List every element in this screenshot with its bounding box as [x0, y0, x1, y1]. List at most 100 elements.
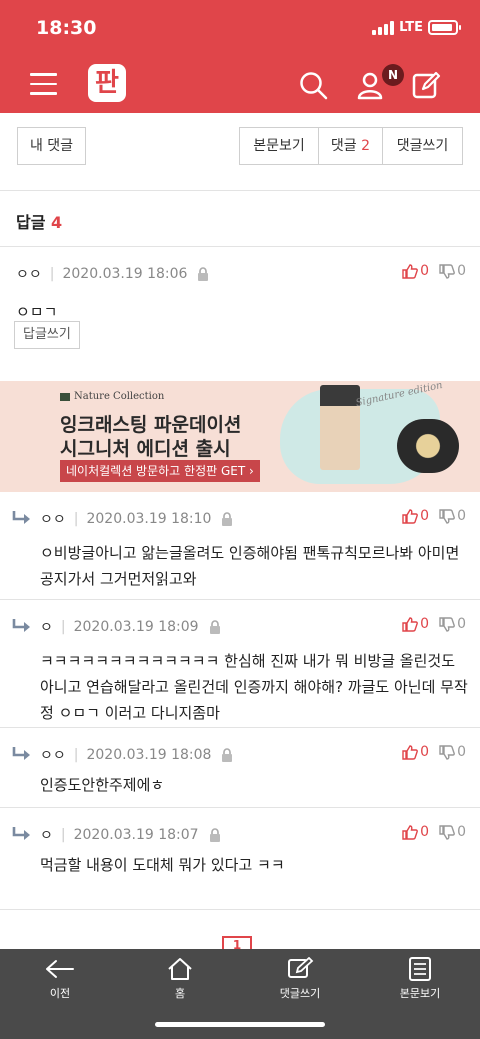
back-arrow-icon	[46, 960, 74, 978]
downvote-count: 0	[457, 824, 466, 840]
comment-body: ㅋㅋㅋㅋㅋㅋㅋㅋㅋㅋㅋㅋㅋ 한심해 진짜 내가 뭐 비방글 올린것도 아니고 연…	[40, 652, 468, 722]
write-comment-button[interactable]: 댓글쓰기	[383, 127, 463, 165]
signal-icon	[372, 20, 395, 35]
comment-author: ㅇㅇ	[40, 512, 66, 528]
downvote-button[interactable]: 0	[439, 263, 466, 279]
thumbs-down-icon	[439, 508, 455, 524]
tab-write-label: 댓글쓰기	[279, 987, 321, 1000]
comment-votes: 00	[402, 744, 466, 760]
comment-author: ㅇㅇ	[16, 267, 42, 283]
upvote-count: 0	[420, 263, 430, 279]
replies-title-label: 답글	[16, 213, 46, 232]
tab-home[interactable]: 홈	[120, 957, 240, 1007]
comment-votes: 00	[402, 508, 466, 524]
thumbs-down-icon	[439, 744, 455, 760]
downvote-button[interactable]: 0	[439, 824, 466, 840]
meta-divider: |	[73, 747, 79, 763]
reply-comment: ㅇ | 2020.03.19 18:09 0 0 ㅋㅋㅋㅋㅋㅋㅋㅋㅋㅋㅋㅋㅋ 한심해 진짜…	[0, 600, 480, 728]
meta-divider: |	[49, 266, 55, 282]
reply-comment: ㅇ | 2020.03.19 18:07 0 0 먹금할 내용이 도대체 뭐가 있다고 ㅋ…	[0, 808, 480, 910]
bottom-tab-bar: 이전 홈 댓글쓰기 본문보기	[0, 949, 480, 1039]
comment-votes: 0 0	[402, 263, 466, 279]
status-bar: 18:30 LTE	[0, 0, 480, 58]
downvote-button[interactable]: 0	[439, 744, 466, 760]
app-header: 18:30 LTE 판 N	[0, 0, 480, 113]
downvote-button[interactable]: 0	[439, 508, 466, 524]
comment-date: 2020.03.19 18:06	[62, 266, 188, 282]
comment-date: 2020.03.19 18:10	[86, 511, 212, 527]
reply-comment: ㅇㅇ | 2020.03.19 18:08 0 0 인증도안한주제에ㅎ	[0, 728, 480, 808]
write-comment-icon	[288, 957, 314, 978]
my-comments-button[interactable]: 내 댓글	[17, 127, 86, 165]
lock-icon	[222, 512, 233, 526]
upvote-button[interactable]: 0	[402, 263, 429, 279]
tab-view-post[interactable]: 본문보기	[360, 957, 480, 1007]
tab-write-comment[interactable]: 댓글쓰기	[240, 957, 360, 1007]
reply-arrow-icon	[12, 747, 30, 760]
document-icon	[409, 957, 431, 981]
downvote-count: 0	[457, 616, 466, 632]
comment-meta: ㅇㅇ | 2020.03.19 18:08	[40, 746, 234, 764]
comment-meta: ㅇ | 2020.03.19 18:07	[40, 826, 222, 844]
tab-prev[interactable]: 이전	[0, 957, 120, 1007]
upvote-count: 0	[420, 824, 430, 840]
status-right: LTE	[372, 20, 461, 35]
search-icon[interactable]	[298, 70, 328, 100]
comment-toolbar: 내 댓글 본문보기 댓글 2 댓글쓰기	[0, 113, 480, 191]
menu-icon[interactable]	[30, 73, 57, 95]
status-time: 18:30	[36, 17, 97, 39]
comments-button[interactable]: 댓글 2	[319, 127, 383, 165]
home-indicator	[155, 1022, 325, 1027]
logo[interactable]: 판	[88, 64, 126, 102]
reply-arrow-icon	[12, 511, 30, 524]
comment-votes: 00	[402, 824, 466, 840]
replies-title: 답글 4	[16, 209, 62, 233]
battery-icon	[428, 20, 461, 35]
home-icon	[168, 958, 192, 980]
view-post-button[interactable]: 본문보기	[239, 127, 319, 165]
upvote-button[interactable]: 0	[402, 824, 429, 840]
ad-headline-1: 잉크래스팅 파운데이션	[60, 414, 242, 436]
tab-prev-label: 이전	[49, 987, 71, 1000]
upvote-count: 0	[420, 616, 430, 632]
user-icon[interactable]	[355, 70, 385, 100]
downvote-count: 0	[457, 508, 466, 524]
comment-meta: ㅇ | 2020.03.19 18:09	[40, 618, 222, 636]
downvote-button[interactable]: 0	[439, 616, 466, 632]
comment-body: 먹금할 내용이 도대체 뭐가 있다고 ㅋㅋ	[40, 856, 285, 874]
ad-brand-label: Nature Collection	[74, 391, 165, 402]
comment-body: 인증도안한주제에ㅎ	[40, 776, 165, 794]
upvote-count: 0	[420, 508, 430, 524]
reply-arrow-icon	[12, 619, 30, 632]
comment-meta: ㅇㅇ | 2020.03.19 18:06	[16, 265, 210, 283]
main-comment: ㅇㅇ | 2020.03.19 18:06 0 0 ㅇㅁㄱ 답글쓰기	[0, 247, 480, 381]
comments-count: 2	[361, 138, 371, 154]
upvote-count: 0	[420, 744, 430, 760]
ad-banner[interactable]: Nature Collection 잉크래스팅 파운데이션 시그니처 에디션 출…	[0, 381, 480, 492]
comment-votes: 00	[402, 616, 466, 632]
notification-badge: N	[382, 64, 404, 86]
downvote-count: 0	[457, 744, 466, 760]
comment-date: 2020.03.19 18:07	[73, 827, 199, 843]
tab-view-post-label: 본문보기	[399, 987, 441, 1000]
comment-author: ㅇ	[40, 620, 53, 636]
thumbs-up-icon	[402, 508, 419, 524]
network-label: LTE	[399, 20, 423, 35]
upvote-button[interactable]: 0	[402, 508, 429, 524]
write-icon[interactable]	[411, 70, 441, 100]
ad-cta[interactable]: 네이처컬렉션 방문하고 한정판 GET ›	[60, 460, 260, 482]
comment-date: 2020.03.19 18:09	[73, 619, 199, 635]
lock-icon	[198, 267, 209, 281]
top-nav: 판	[0, 58, 480, 113]
replies-header: 답글 4	[0, 191, 480, 247]
reply-button[interactable]: 답글쓰기	[14, 321, 80, 349]
meta-divider: |	[60, 827, 66, 843]
upvote-button[interactable]: 0	[402, 616, 429, 632]
lock-icon	[209, 828, 220, 842]
comment-body: ㅇ비방글아니고 앎는글올려도 인증해야됨 팬톡규칙모르나봐 아미면 공지가서 그…	[40, 544, 460, 588]
comment-author: ㅇ	[40, 828, 53, 844]
ad-headline-2: 시그니처 에디션 출시	[60, 438, 231, 460]
upvote-button[interactable]: 0	[402, 744, 429, 760]
brand-leaf-icon	[60, 392, 70, 401]
reply-comment: ㅇㅇ | 2020.03.19 18:10 0 0 ㅇ비방글아니고 앎는글올려도 인증해야…	[0, 492, 480, 600]
